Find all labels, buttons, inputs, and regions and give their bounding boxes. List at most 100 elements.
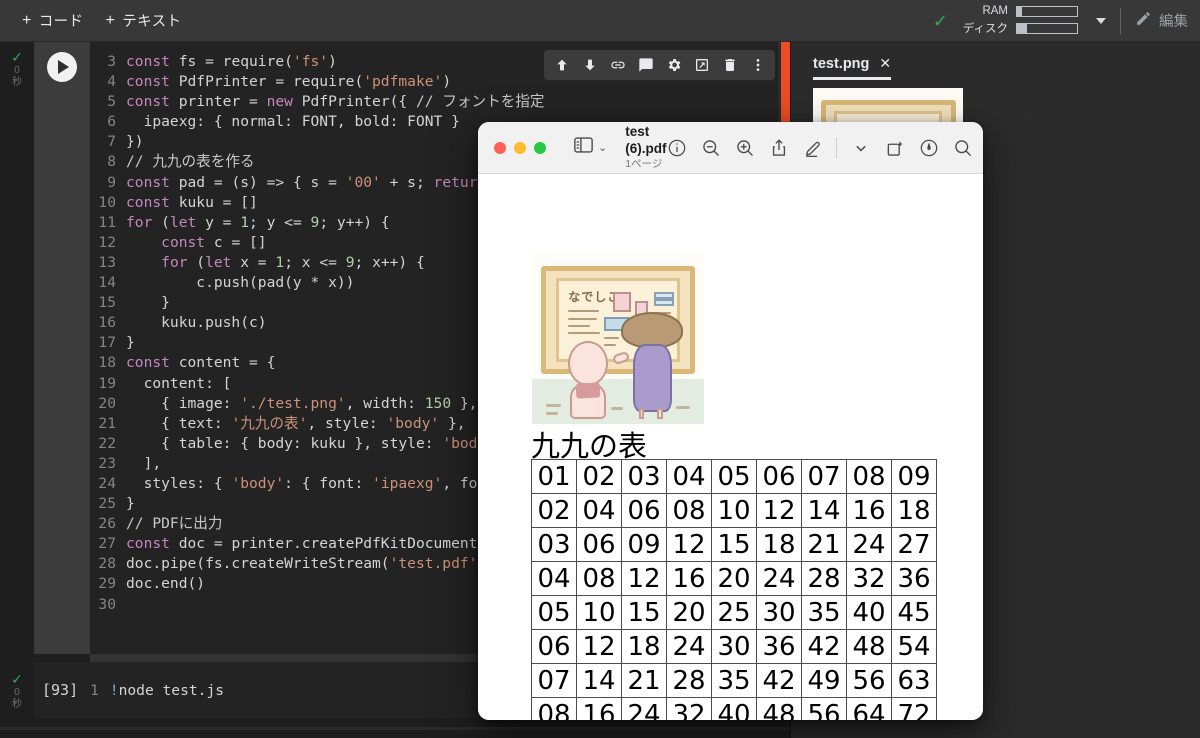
pdf-embedded-image: なでしこ (532, 252, 704, 424)
table-cell: 09 (891, 459, 937, 494)
table-cell: 35 (801, 595, 847, 630)
multiplication-table: 01 02 03 04 05 06 07 08 09 02 04 06 08 10 12 14 16 18 03 06… (531, 459, 937, 720)
app-root: + コード + テキスト ✓ RAM ディスク 編集 ✓ 0 秒 3 const… (0, 0, 1200, 738)
table-cell: 16 (576, 697, 622, 720)
link-icon[interactable] (605, 53, 630, 78)
table-cell: 36 (756, 629, 802, 664)
cell-exec-time: 0 (14, 65, 20, 77)
markup-chevron-icon[interactable] (850, 137, 871, 158)
move-cell-up-icon[interactable] (549, 53, 574, 78)
share-icon[interactable] (768, 137, 789, 158)
close-window-button[interactable] (494, 141, 506, 154)
rotate-icon[interactable] (884, 137, 905, 158)
table-cell: 01 (531, 459, 577, 494)
cell-2-status-gutter: ✓ 0 秒 (0, 671, 34, 710)
disk-label: ディスク (962, 23, 1008, 35)
table-cell: 15 (621, 595, 667, 630)
cell-success-check-icon: ✓ (11, 49, 23, 65)
nadeshiko-illustration: なでしこ (532, 252, 704, 424)
table-cell: 12 (666, 527, 712, 562)
delete-cell-icon[interactable] (717, 53, 742, 78)
table-cell: 21 (621, 663, 667, 698)
line-number: 1 (90, 681, 99, 699)
table-row: 08 16 24 32 40 48 56 64 72 (531, 697, 937, 720)
info-icon[interactable] (666, 137, 687, 158)
add-code-cell-button[interactable]: + コード (22, 10, 83, 31)
tab-test-png[interactable]: test.png ✕ (791, 55, 905, 80)
table-row: 07 14 21 28 35 42 49 56 63 (531, 663, 937, 698)
minimize-window-button[interactable] (514, 141, 526, 154)
pdf-toolbar (666, 137, 983, 158)
table-cell: 12 (756, 493, 802, 528)
table-cell: 05 (531, 595, 577, 630)
table-cell: 20 (711, 561, 757, 596)
file-preview-tabbar: test.png ✕ (791, 42, 1200, 80)
pencil-icon (1135, 10, 1152, 31)
cell-2-command: node test.js (118, 681, 225, 699)
table-cell: 28 (801, 561, 847, 596)
table-cell: 72 (891, 697, 937, 720)
table-cell: 09 (621, 527, 667, 562)
cell-2-code[interactable]: 1 !node test.js (90, 682, 224, 699)
pdf-page-count: 1ページ (625, 157, 663, 170)
table-cell: 12 (621, 561, 667, 596)
table-cell: 56 (846, 663, 892, 698)
markup-pen-icon[interactable] (802, 137, 823, 158)
table-cell: 02 (576, 459, 622, 494)
table-cell: 04 (666, 459, 712, 494)
maximize-window-button[interactable] (534, 141, 546, 154)
search-icon[interactable] (952, 137, 973, 158)
ram-meter-row: RAM (956, 5, 1078, 17)
table-cell: 24 (756, 561, 802, 596)
table-cell: 42 (801, 629, 847, 664)
chevron-down-icon[interactable] (1096, 17, 1106, 24)
pdf-preview-window[interactable]: ⌄ test (6).pdf 1ページ なでしこ 九九の表 01 02 03 0… (478, 122, 983, 720)
close-icon[interactable]: ✕ (879, 55, 891, 72)
pdf-page-canvas[interactable]: なでしこ 九九の表 01 02 03 04 05 06 07 08 09 02 … (478, 174, 983, 720)
table-cell: 35 (711, 663, 757, 698)
ram-disk-meters: RAM ディスク (956, 5, 1078, 36)
table-cell: 27 (891, 527, 937, 562)
annotate-icon[interactable] (918, 137, 939, 158)
shell-bang: ! (109, 681, 119, 699)
table-cell: 07 (531, 663, 577, 698)
table-cell: 24 (621, 697, 667, 720)
ram-label: RAM (982, 5, 1008, 17)
run-cell-button[interactable] (47, 52, 77, 82)
comment-icon[interactable] (633, 53, 658, 78)
child-character (566, 341, 609, 419)
table-cell: 45 (891, 595, 937, 630)
chevron-down-icon: ⌄ (598, 142, 608, 154)
zoom-out-icon[interactable] (700, 137, 721, 158)
add-text-cell-button[interactable]: + テキスト (105, 10, 181, 31)
settings-gear-icon[interactable] (661, 53, 686, 78)
table-cell: 16 (846, 493, 892, 528)
cell-1-toolbar[interactable] (544, 50, 775, 80)
table-cell: 18 (621, 629, 667, 664)
table-cell: 16 (666, 561, 712, 596)
table-cell: 25 (711, 595, 757, 630)
more-options-icon[interactable] (745, 53, 770, 78)
zoom-in-icon[interactable] (734, 137, 755, 158)
cell-1-status-gutter: ✓ 0 秒 (0, 42, 34, 654)
table-cell: 20 (666, 595, 712, 630)
table-cell: 12 (576, 629, 622, 664)
cell-success-check-icon: ✓ (11, 671, 23, 687)
table-cell: 10 (711, 493, 757, 528)
table-cell: 02 (531, 493, 577, 528)
table-cell: 08 (666, 493, 712, 528)
table-cell: 14 (576, 663, 622, 698)
table-cell: 06 (576, 527, 622, 562)
sidebar-toggle-button[interactable]: ⌄ (574, 137, 607, 158)
move-cell-down-icon[interactable] (577, 53, 602, 78)
table-cell: 40 (711, 697, 757, 720)
notebook-divider (0, 727, 790, 730)
table-cell: 06 (756, 459, 802, 494)
table-cell: 32 (666, 697, 712, 720)
edit-button[interactable]: 編集 (1135, 10, 1188, 31)
popout-cell-icon[interactable] (689, 53, 714, 78)
table-row: 04 08 12 16 20 24 28 32 36 (531, 561, 937, 596)
pdf-window-titlebar[interactable]: ⌄ test (6).pdf 1ページ (478, 122, 983, 174)
girl-character (611, 312, 684, 419)
resource-usage-indicator[interactable]: ✓ RAM ディスク (933, 5, 1106, 36)
